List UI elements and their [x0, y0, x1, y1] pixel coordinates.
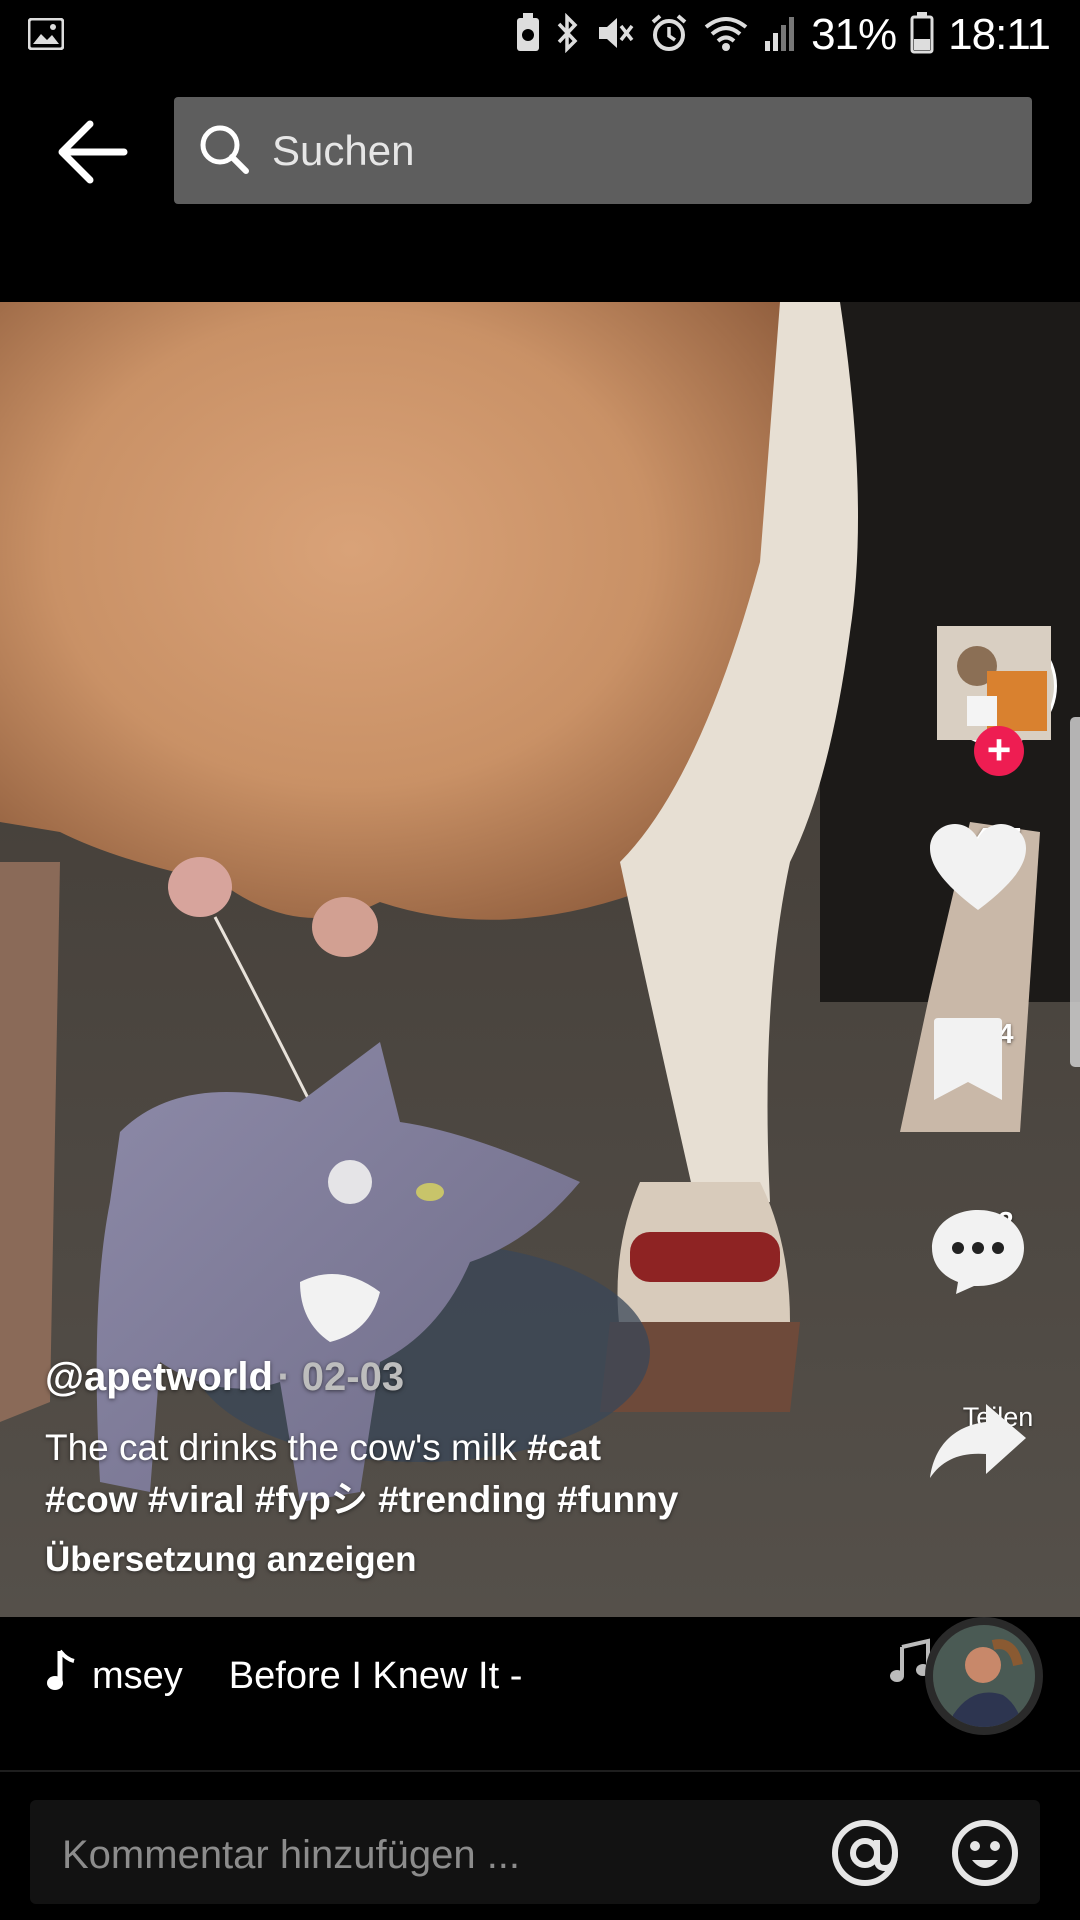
translate-link[interactable]: Übersetzung anzeigen	[45, 1540, 765, 1580]
post-caption: @apetworld · 02-03 The cat drinks the co…	[45, 1355, 765, 1580]
bookmark-icon	[934, 1018, 1002, 1100]
mention-at-icon[interactable]	[830, 1818, 900, 1893]
comment-bubble-icon	[932, 1210, 1024, 1294]
back-button[interactable]	[52, 112, 132, 192]
arrow-left-icon	[58, 120, 128, 184]
comment-bar	[0, 1772, 1080, 1920]
top-bar	[0, 70, 1080, 230]
signal-icon	[763, 13, 797, 58]
music-note-icon	[46, 1649, 76, 1698]
heart-icon	[930, 824, 1026, 910]
comment-input[interactable]	[60, 1824, 824, 1886]
wifi-icon	[703, 13, 749, 58]
like-button[interactable]: 457	[928, 822, 1068, 910]
hashtag[interactable]: #viral	[148, 1479, 245, 1520]
clock: 18:11	[948, 10, 1051, 59]
music-title-marquee: msey Before I Knew It -	[92, 1655, 832, 1698]
bluetooth-icon	[555, 12, 581, 58]
scroll-indicator	[1070, 717, 1080, 1067]
battery-icon	[910, 11, 934, 59]
emoji-icon[interactable]	[950, 1818, 1020, 1893]
post-description: The cat drinks the cow's milk #cat #cow …	[45, 1422, 765, 1526]
status-bar: 31% 18:11	[0, 0, 1080, 70]
share-button[interactable]: Teilen	[928, 1402, 1068, 1478]
favorite-button[interactable]: 14	[928, 1018, 1068, 1100]
mute-icon	[595, 13, 635, 58]
battery-percentage: 31%	[811, 10, 897, 59]
description-text: The cat drinks the cow's milk	[45, 1427, 528, 1468]
hashtag[interactable]: #cat	[527, 1427, 601, 1468]
hashtag[interactable]: #funny	[557, 1479, 678, 1520]
post-username[interactable]: @apetworld	[45, 1355, 273, 1399]
music-title-part: Before I Knew It -	[228, 1655, 523, 1697]
comment-button[interactable]: 12	[928, 1206, 1068, 1294]
video-player[interactable]: + 457 14 12 Teilen @apetworld · 02-03 Th…	[0, 302, 1080, 1617]
hashtag[interactable]: #cow	[45, 1479, 138, 1520]
hashtag[interactable]: #fypシ	[255, 1479, 368, 1520]
sound-disc-button[interactable]	[925, 1617, 1043, 1735]
hashtag[interactable]: #trending	[378, 1479, 547, 1520]
search-icon	[198, 123, 250, 180]
music-title-part: msey	[92, 1655, 183, 1697]
search-input[interactable]	[270, 119, 1014, 183]
share-arrow-icon	[930, 1404, 1026, 1478]
creator-avatar-button[interactable]: +	[937, 626, 1057, 776]
gallery-icon	[27, 17, 65, 55]
search-bar[interactable]	[174, 97, 1032, 204]
battery-saver-icon	[515, 12, 541, 58]
post-date: · 02-03	[277, 1355, 405, 1399]
music-bar[interactable]: msey Before I Knew It -	[0, 1617, 1080, 1770]
comment-field[interactable]	[30, 1800, 1040, 1904]
alarm-icon	[649, 13, 689, 58]
follow-button[interactable]: +	[974, 726, 1024, 776]
